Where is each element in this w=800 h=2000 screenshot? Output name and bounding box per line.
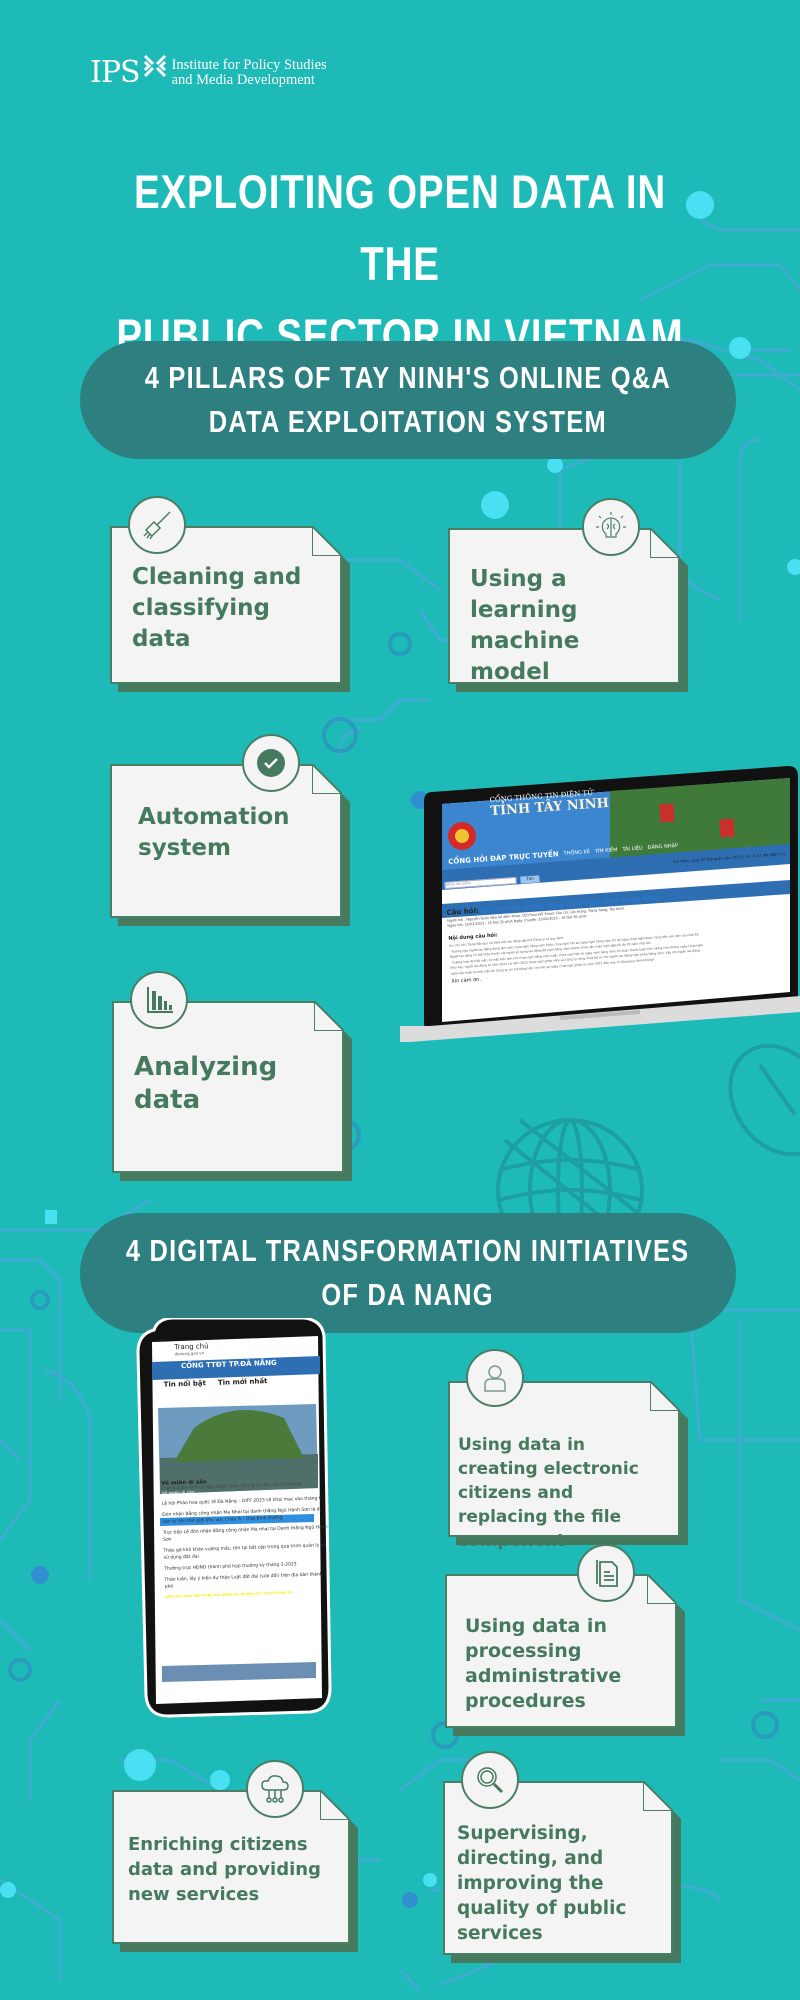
news-item[interactable]: Thảo luận, lấy ý kiến dự thảo Luật đất đ…	[164, 1571, 330, 1591]
logo-text: Institute for Policy Studies and Media D…	[172, 58, 327, 88]
pillar-label: Cleaning and classifying data	[132, 564, 302, 652]
initiative-card-electronic-citizens: Using data in creating electronic citize…	[448, 1349, 680, 1551]
nav-link[interactable]: TÀI LIỆU	[622, 845, 643, 852]
checkmark-icon	[242, 734, 300, 792]
initiative-label: Enriching citizens data and providing ne…	[128, 1834, 321, 1905]
laptop-mockup: CỔNG THÔNG TIN ĐIỆN TỬ TỈNH TÂY NINH CỔN…	[400, 764, 800, 1044]
pillar-card-cleaning: Cleaning and classifying data	[110, 496, 342, 684]
page-title: EXPLOITING OPEN DATA IN THE PUBLIC SECTO…	[105, 156, 695, 372]
initiative-card-admin-procedures: Using data in processing administrative …	[445, 1544, 677, 1728]
section2-heading-line2: OF DA NANG	[321, 1277, 495, 1312]
pillar-card-analyzing: Analyzing data	[112, 971, 344, 1173]
pillar-label: Analyzing data	[134, 1052, 278, 1115]
person-icon	[466, 1349, 524, 1407]
section1-heading-line1: 4 PILLARS OF TAY NINH'S ONLINE Q&A	[144, 360, 672, 395]
initiative-label: Using data in creating electronic citize…	[458, 1435, 639, 1551]
phone-tab-latest[interactable]: Tin mới nhất	[218, 1377, 268, 1387]
logo-mark: IPS	[90, 55, 141, 90]
cloud-network-icon	[246, 1760, 304, 1818]
initiative-label: Supervising, directing, and improving th…	[457, 1823, 627, 1944]
nav-link[interactable]: THỐNG KÊ	[563, 849, 590, 857]
logo-line1: Institute for Policy Studies	[171, 57, 327, 73]
logo-line2: and Media Development	[171, 72, 315, 88]
phone-tab-featured[interactable]: Tin nổi bật	[163, 1379, 206, 1388]
title-line1: EXPLOITING OPEN DATA IN THE	[133, 165, 667, 290]
section1-heading: 4 PILLARS OF TAY NINH'S ONLINE Q&A DATA …	[80, 341, 736, 459]
pillar-label: Using a learning machine model	[470, 566, 580, 685]
initiative-label: Using data in processing administrative …	[465, 1615, 622, 1712]
magnifier-icon	[461, 1751, 519, 1809]
news-item[interactable]: Đón nhận Bằng công nhận Ma Nhai tại danh…	[162, 1506, 328, 1526]
pillar-card-automation: Automation system	[110, 734, 342, 918]
initiative-card-public-services: Supervising, directing, and improving th…	[443, 1751, 673, 1955]
section1-heading-line2: DATA EXPLOITATION SYSTEM	[208, 404, 608, 439]
document-icon	[577, 1544, 635, 1602]
nav-link[interactable]: TÌM KIẾM	[595, 847, 618, 855]
question-label: Câu hỏi:	[446, 906, 480, 917]
section2-heading-line1: 4 DIGITAL TRANSFORMATION INITIATIVES	[126, 1233, 690, 1268]
brain-lightbulb-icon	[582, 498, 640, 556]
section2-heading: 4 DIGITAL TRANSFORMATION INITIATIVES OF …	[80, 1213, 736, 1333]
pillar-card-machine-learning: Using a learning machine model	[448, 498, 680, 684]
bar-chart-icon	[130, 971, 188, 1029]
ips-logo: IPS Institute for Policy Studies and Med…	[90, 54, 327, 90]
phone-site-name: CỔNG TTĐT TP.ĐÀ NẴNG	[180, 1358, 277, 1371]
phone-news-list: Lễ hội Pháo hoa quốc tế Đà Nẵng – DIFF 2…	[162, 1495, 331, 1591]
logo-cross-icon	[143, 54, 166, 78]
broom-icon	[128, 496, 186, 554]
portal-search-button[interactable]: Tìm	[520, 875, 541, 884]
phone-mockup: 14:12 Trang chủ danang.gov.vn CỔNG TTĐT …	[134, 1318, 334, 1718]
initiative-card-enriching-data: Enriching citizens data and providing ne…	[112, 1760, 350, 1944]
pillar-label: Automation system	[138, 804, 290, 861]
nav-link[interactable]: ĐĂNG NHẬP	[647, 843, 678, 851]
news-item[interactable]: Tháo gỡ khó khăn vướng mắc, tồn tại bất …	[163, 1542, 329, 1562]
news-item[interactable]: Trực tiếp Lễ đón nhận Bằng công nhận Ma …	[163, 1524, 329, 1544]
